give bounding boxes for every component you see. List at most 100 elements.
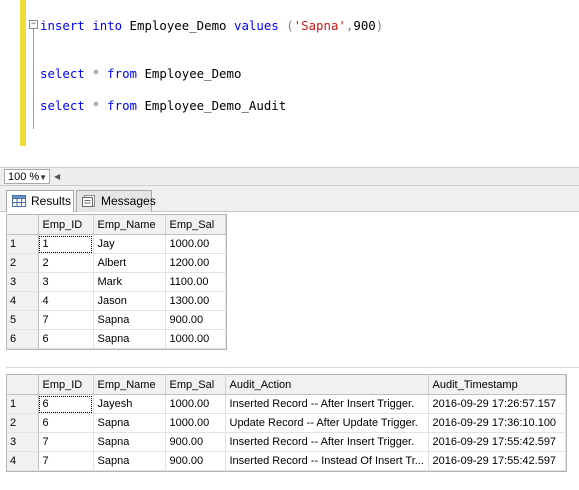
column-header[interactable]: Emp_Name bbox=[93, 375, 166, 395]
table-cell[interactable]: Sapna bbox=[93, 432, 166, 452]
zoom-dropdown[interactable]: 100 % ▼ bbox=[4, 169, 50, 184]
column-header[interactable]: Audit_Action bbox=[225, 375, 429, 395]
table-cell[interactable]: 6 bbox=[38, 329, 94, 349]
table-row[interactable]: 3 7 Sapna 900.00 Inserted Record -- Afte… bbox=[7, 432, 566, 452]
column-header[interactable]: Emp_Sal bbox=[165, 375, 226, 395]
tab-results[interactable]: Results bbox=[6, 190, 74, 213]
result-grid-employee-demo[interactable]: Emp_ID Emp_Name Emp_Sal 1 1 Jay 1000.00 … bbox=[6, 214, 227, 350]
table-cell[interactable]: Jason bbox=[93, 291, 166, 311]
chevron-down-icon[interactable]: ▼ bbox=[39, 170, 47, 185]
row-number[interactable]: 4 bbox=[7, 291, 39, 311]
table-row[interactable]: 4 4 Jason 1300.00 bbox=[7, 291, 226, 311]
results-pane: Emp_ID Emp_Name Emp_Sal 1 1 Jay 1000.00 … bbox=[0, 212, 579, 490]
column-header[interactable]: Emp_ID bbox=[38, 375, 94, 395]
row-number-header[interactable] bbox=[7, 215, 39, 235]
table-cell[interactable]: Sapna bbox=[93, 310, 166, 330]
table-cell[interactable]: 1000.00 bbox=[165, 234, 226, 254]
table-cell[interactable]: Inserted Record -- Instead Of Insert Tr.… bbox=[225, 451, 429, 471]
table-name: Employee_Demo bbox=[137, 66, 242, 81]
table-cell[interactable]: Mark bbox=[93, 272, 166, 292]
grid-splitter[interactable] bbox=[6, 367, 579, 372]
results-table: Emp_ID Emp_Name Emp_Sal Audit_Action Aud… bbox=[7, 375, 566, 471]
header-row: Emp_ID Emp_Name Emp_Sal Audit_Action Aud… bbox=[7, 375, 566, 395]
table-cell[interactable]: 7 bbox=[38, 432, 94, 452]
table-cell[interactable]: 1 bbox=[38, 234, 94, 254]
table-row[interactable]: 2 6 Sapna 1000.00 Update Record -- After… bbox=[7, 413, 566, 433]
table-cell[interactable]: Sapna bbox=[93, 329, 166, 349]
punctuation: * bbox=[84, 66, 108, 81]
scroll-left-icon[interactable]: ◀ bbox=[54, 169, 60, 184]
table-cell[interactable]: 900.00 bbox=[165, 432, 226, 452]
table-row[interactable]: 1 6 Jayesh 1000.00 Inserted Record -- Af… bbox=[7, 394, 566, 414]
row-number[interactable]: 5 bbox=[7, 310, 39, 330]
table-cell[interactable]: Sapna bbox=[93, 413, 166, 433]
table-cell[interactable]: Jayesh bbox=[93, 394, 166, 414]
table-cell[interactable]: 2 bbox=[38, 253, 94, 273]
keyword: select bbox=[40, 98, 85, 113]
row-number[interactable]: 2 bbox=[7, 413, 39, 433]
tab-messages[interactable]: Messages bbox=[76, 190, 156, 212]
table-row[interactable]: 6 6 Sapna 1000.00 bbox=[7, 329, 226, 349]
row-number[interactable]: 1 bbox=[7, 234, 39, 254]
table-cell[interactable]: 2016-09-29 17:55:42.597 bbox=[428, 451, 566, 471]
keyword: from bbox=[107, 98, 137, 113]
table-cell[interactable]: Jay bbox=[93, 234, 166, 254]
results-tab-strip: Results Messages bbox=[0, 186, 579, 213]
table-cell[interactable]: 1000.00 bbox=[165, 413, 226, 433]
table-cell[interactable]: 1200.00 bbox=[165, 253, 226, 273]
grid-icon bbox=[12, 195, 26, 207]
table-cell[interactable]: 1300.00 bbox=[165, 291, 226, 311]
table-cell[interactable]: Inserted Record -- After Insert Trigger. bbox=[225, 432, 429, 452]
table-cell[interactable]: 900.00 bbox=[165, 310, 226, 330]
row-number[interactable]: 2 bbox=[7, 253, 39, 273]
table-cell[interactable]: 900.00 bbox=[165, 451, 226, 471]
table-row[interactable]: 3 3 Mark 1100.00 bbox=[7, 272, 226, 292]
outline-fold-line bbox=[33, 29, 34, 129]
table-row[interactable]: 1 1 Jay 1000.00 bbox=[7, 234, 226, 254]
table-cell[interactable]: 3 bbox=[38, 272, 94, 292]
code-line-select-demo[interactable]: select * from Employee_Demo bbox=[40, 66, 241, 81]
results-table: Emp_ID Emp_Name Emp_Sal 1 1 Jay 1000.00 … bbox=[7, 215, 226, 349]
table-cell[interactable]: 2016-09-29 17:36:10.100 bbox=[428, 413, 566, 433]
code-line-select-audit[interactable]: select * from Employee_Demo_Audit bbox=[40, 98, 286, 113]
query-editor[interactable]: − insert into Employee_Demo values ('Sap… bbox=[0, 0, 579, 168]
table-cell[interactable]: 7 bbox=[38, 310, 94, 330]
table-cell[interactable]: Sapna bbox=[93, 451, 166, 471]
table-cell[interactable]: 7 bbox=[38, 451, 94, 471]
row-number[interactable]: 4 bbox=[7, 451, 39, 471]
table-cell[interactable]: Albert bbox=[93, 253, 166, 273]
column-header[interactable]: Emp_Sal bbox=[165, 215, 226, 235]
punctuation: ) bbox=[375, 18, 384, 33]
table-cell[interactable]: Update Record -- After Update Trigger. bbox=[225, 413, 429, 433]
messages-icon bbox=[82, 195, 95, 207]
table-cell[interactable]: 6 bbox=[38, 413, 94, 433]
table-cell[interactable]: 6 bbox=[38, 394, 94, 414]
table-row[interactable]: 2 2 Albert 1200.00 bbox=[7, 253, 226, 273]
table-row[interactable]: 4 7 Sapna 900.00 Inserted Record -- Inst… bbox=[7, 451, 566, 471]
code-line-insert[interactable]: insert into Employee_Demo values ('Sapna… bbox=[40, 18, 383, 33]
row-number[interactable]: 3 bbox=[7, 432, 39, 452]
column-header[interactable]: Emp_Name bbox=[93, 215, 166, 235]
tab-messages-label: Messages bbox=[101, 194, 156, 208]
table-cell[interactable]: 1100.00 bbox=[165, 272, 226, 292]
collapse-region-icon[interactable]: − bbox=[29, 20, 38, 29]
result-grid-employee-demo-audit[interactable]: Emp_ID Emp_Name Emp_Sal Audit_Action Aud… bbox=[6, 374, 567, 472]
row-number-header[interactable] bbox=[7, 375, 39, 395]
table-cell[interactable]: 1000.00 bbox=[165, 394, 226, 414]
number-literal: 900 bbox=[353, 18, 376, 33]
table-row[interactable]: 5 7 Sapna 900.00 bbox=[7, 310, 226, 330]
keyword: from bbox=[107, 66, 137, 81]
column-header[interactable]: Emp_ID bbox=[38, 215, 94, 235]
row-number[interactable]: 6 bbox=[7, 329, 39, 349]
table-cell[interactable]: 2016-09-29 17:55:42.597 bbox=[428, 432, 566, 452]
table-cell[interactable]: Inserted Record -- After Insert Trigger. bbox=[225, 394, 429, 414]
table-cell[interactable]: 2016-09-29 17:26:57.157 bbox=[428, 394, 566, 414]
row-number[interactable]: 3 bbox=[7, 272, 39, 292]
column-header[interactable]: Audit_Timestamp bbox=[428, 375, 566, 395]
keyword: into bbox=[92, 18, 123, 33]
table-cell[interactable]: 4 bbox=[38, 291, 94, 311]
row-number[interactable]: 1 bbox=[7, 394, 39, 414]
table-name: Employee_Demo bbox=[122, 18, 234, 33]
table-cell[interactable]: 1000.00 bbox=[165, 329, 226, 349]
punctuation: * bbox=[84, 98, 108, 113]
